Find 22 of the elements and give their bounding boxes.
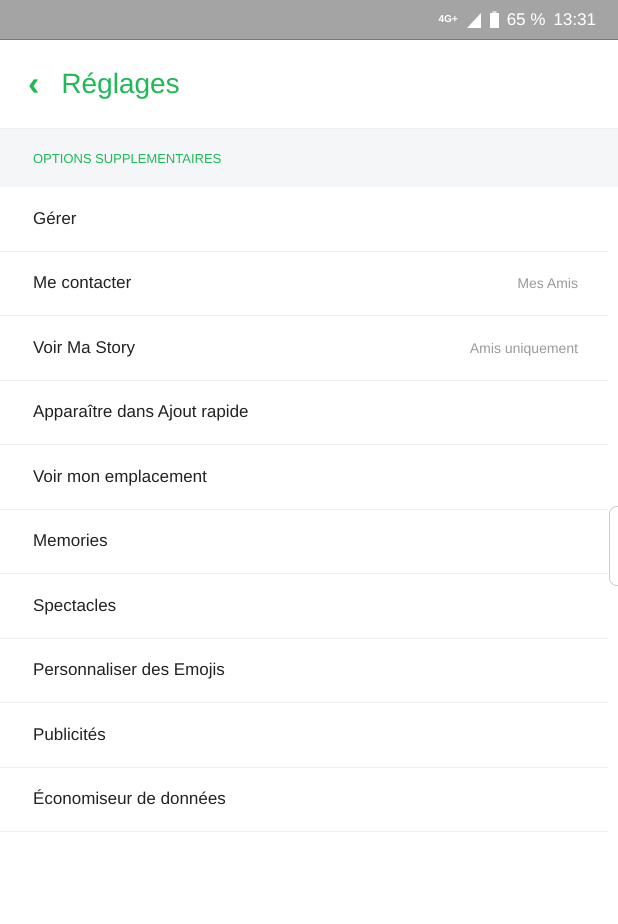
settings-row[interactable]: Me contacter Mes Amis (0, 252, 608, 316)
battery-percent: 65 % (506, 10, 546, 30)
clock-time: 13:31 (553, 10, 596, 30)
settings-row[interactable]: Voir mon emplacement (0, 445, 608, 510)
row-value: Amis uniquement (470, 340, 578, 356)
row-label: Voir Ma Story (33, 338, 136, 358)
edge-handle[interactable] (609, 506, 618, 586)
network-label: 4G+ (438, 14, 458, 24)
battery-icon (490, 11, 499, 28)
settings-row[interactable]: Spectacles (0, 574, 608, 638)
settings-row[interactable]: Publicités (0, 703, 608, 768)
row-label: Me contacter (33, 273, 132, 294)
settings-row[interactable]: Memories (0, 510, 608, 574)
settings-row[interactable]: Économiseur de données (0, 768, 608, 832)
page-title: Réglages (61, 68, 180, 100)
settings-row[interactable]: Gérer (0, 187, 608, 252)
settings-row[interactable]: Personnaliser des Emojis (0, 638, 608, 703)
settings-row[interactable]: Voir Ma Story Amis uniquement (0, 316, 608, 380)
section-title: OPTIONS SUPPLEMENTAIRES (33, 150, 222, 166)
row-value: Mes Amis (517, 275, 578, 292)
settings-row[interactable]: Apparaître dans Ajout rapide (0, 380, 608, 445)
signal-icon (466, 12, 482, 28)
